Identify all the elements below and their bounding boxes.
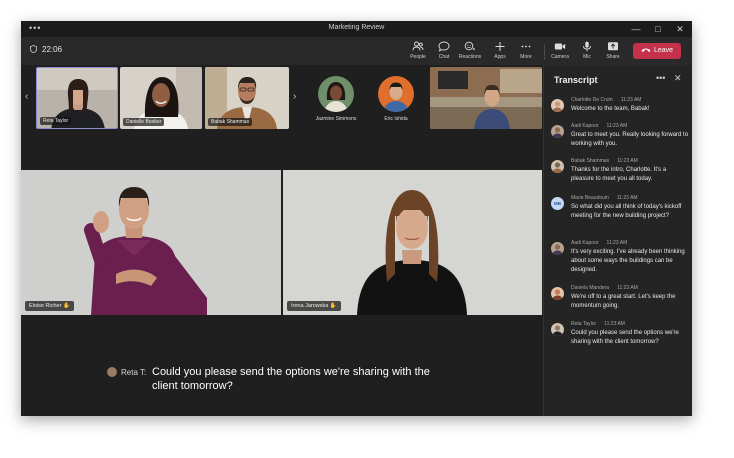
transcript-more-button[interactable]: ••• — [656, 73, 665, 83]
participant-name: Babak Shammas — [208, 118, 253, 126]
avatar — [378, 76, 414, 112]
avatar — [551, 287, 564, 300]
window-title: Marketing Review — [328, 24, 385, 31]
leave-button[interactable]: Leave — [633, 43, 681, 59]
participant-name: Eric Ishida — [384, 116, 408, 122]
reactions-button-label: Reactions — [458, 54, 482, 60]
chat-icon — [438, 41, 450, 52]
apps-button-label: Apps — [494, 54, 506, 60]
avatar — [551, 160, 564, 173]
entry-meta: Marie Beaudouin 11:23 AM — [571, 195, 638, 201]
entry-meta: Reta Taylor 11:23 AM — [571, 321, 625, 327]
caption-speaker: Reta T: — [107, 367, 146, 377]
timer-text: 22:06 — [42, 45, 63, 54]
entry-text: Thanks for the intro, Charlotte. It's a … — [571, 167, 667, 182]
people-button-label: People — [410, 54, 426, 60]
maximize-button[interactable]: □ — [647, 22, 669, 36]
hand-raised-icon: ✋ — [62, 303, 70, 309]
leave-button-label: Leave — [653, 47, 674, 54]
entry-text: It's very exciting. I've already been th… — [571, 249, 685, 273]
camera-icon — [554, 43, 566, 50]
participant-video — [430, 67, 542, 129]
meeting-timer: 22:06 — [30, 45, 62, 54]
avatar — [551, 242, 564, 255]
participant-name: Danielle Booker — [123, 118, 165, 126]
entry-text: Could you please send the options we're … — [571, 330, 679, 345]
meeting-toolbar: 22:06 People Chat Reactions Apps More Ca… — [21, 37, 692, 65]
participant-name: Jazmine Simmons — [315, 116, 357, 122]
transcript-title: Transcript — [554, 75, 598, 85]
avatar-tile-jazmine-simmons[interactable]: Jazmine Simmons — [305, 67, 367, 129]
video-tile-babak-shammas[interactable]: Babak Shammas — [205, 67, 289, 129]
participant-video — [21, 170, 281, 315]
participant-name: Eloise Richer ✋ — [25, 301, 74, 311]
more-button-label: More — [520, 54, 532, 60]
video-tile-reta-taylor[interactable]: Reta Taylor — [36, 67, 118, 129]
avatar — [551, 323, 564, 336]
share-button[interactable]: Share — [600, 40, 626, 64]
gallery-prev-arrow[interactable]: ‹ — [25, 91, 28, 102]
title-bar: ••• Marketing Review — □ ✕ — [21, 21, 692, 37]
caption-text: Could you please send the options we're … — [152, 366, 430, 392]
stage-tile-eloise-richer[interactable]: Eloise Richer ✋ — [21, 170, 281, 315]
more-button[interactable]: More — [513, 40, 539, 64]
video-tile-self[interactable] — [430, 67, 542, 129]
close-window-button[interactable]: ✕ — [669, 22, 691, 36]
gallery-next-arrow[interactable]: › — [293, 91, 296, 102]
shield-icon — [30, 45, 37, 53]
mic-button-label: Mic — [583, 54, 591, 60]
chat-button-label: Chat — [438, 54, 450, 60]
chat-button[interactable]: Chat — [431, 40, 457, 64]
participant-name: Irena Jarowska ✋ — [287, 301, 341, 311]
avatar — [318, 76, 354, 112]
avatar-tile-eric-ishida[interactable]: Eric Ishida — [365, 67, 427, 129]
entry-meta: Aadi Kapoor 11:23 AM — [571, 123, 628, 129]
transcript-panel: Transcript ••• ✕ Charlotte De Crum 11:23 … — [543, 65, 692, 416]
avatar-initials: MB — [551, 197, 564, 210]
avatar — [107, 367, 117, 377]
entry-meta: Charlotte De Crum 11:23 AM — [571, 97, 642, 103]
entry-text: So what did you all think of today's kic… — [571, 204, 682, 219]
toolbar-divider — [544, 44, 545, 60]
entry-meta: Daniela Mandera 11:23 AM — [571, 285, 638, 291]
more-icon — [521, 45, 531, 48]
mic-button[interactable]: Mic — [574, 40, 600, 64]
minimize-button[interactable]: — — [625, 22, 647, 36]
entry-text: Welcome to the team, Babak! — [571, 106, 650, 112]
entry-text: We're off to a great start. Let's keep t… — [571, 294, 676, 309]
avatar — [551, 125, 564, 138]
share-icon — [608, 42, 618, 51]
reactions-icon — [464, 41, 475, 51]
plus-icon — [495, 42, 505, 51]
phone-hangup-icon — [641, 48, 651, 52]
meeting-window: ••• Marketing Review — □ ✕ 22:06 People … — [21, 21, 692, 416]
avatar — [551, 99, 564, 112]
people-icon — [412, 41, 424, 51]
participant-name: Reta Taylor — [40, 117, 72, 125]
camera-button-label: Camera — [551, 54, 569, 60]
people-button[interactable]: People — [405, 40, 431, 64]
entry-meta: Babak Shammas 11:23 AM — [571, 158, 638, 164]
share-button-label: Share — [606, 54, 620, 60]
hand-raised-icon: ✋ — [329, 303, 337, 309]
participant-video — [283, 170, 542, 315]
video-tile-danielle-booker[interactable]: Danielle Booker — [120, 67, 202, 129]
stage-tile-irena-jarowska[interactable]: Irena Jarowska ✋ — [283, 170, 542, 315]
entry-text: Great to meet you. Really looking forwar… — [571, 132, 689, 147]
mic-icon — [583, 41, 591, 52]
camera-button[interactable]: Camera — [547, 40, 573, 64]
apps-button[interactable]: Apps — [487, 40, 513, 64]
transcript-close-button[interactable]: ✕ — [674, 73, 682, 84]
reactions-button[interactable]: Reactions — [457, 40, 483, 64]
entry-meta: Aadi Kapoor 11:23 AM — [571, 240, 628, 246]
